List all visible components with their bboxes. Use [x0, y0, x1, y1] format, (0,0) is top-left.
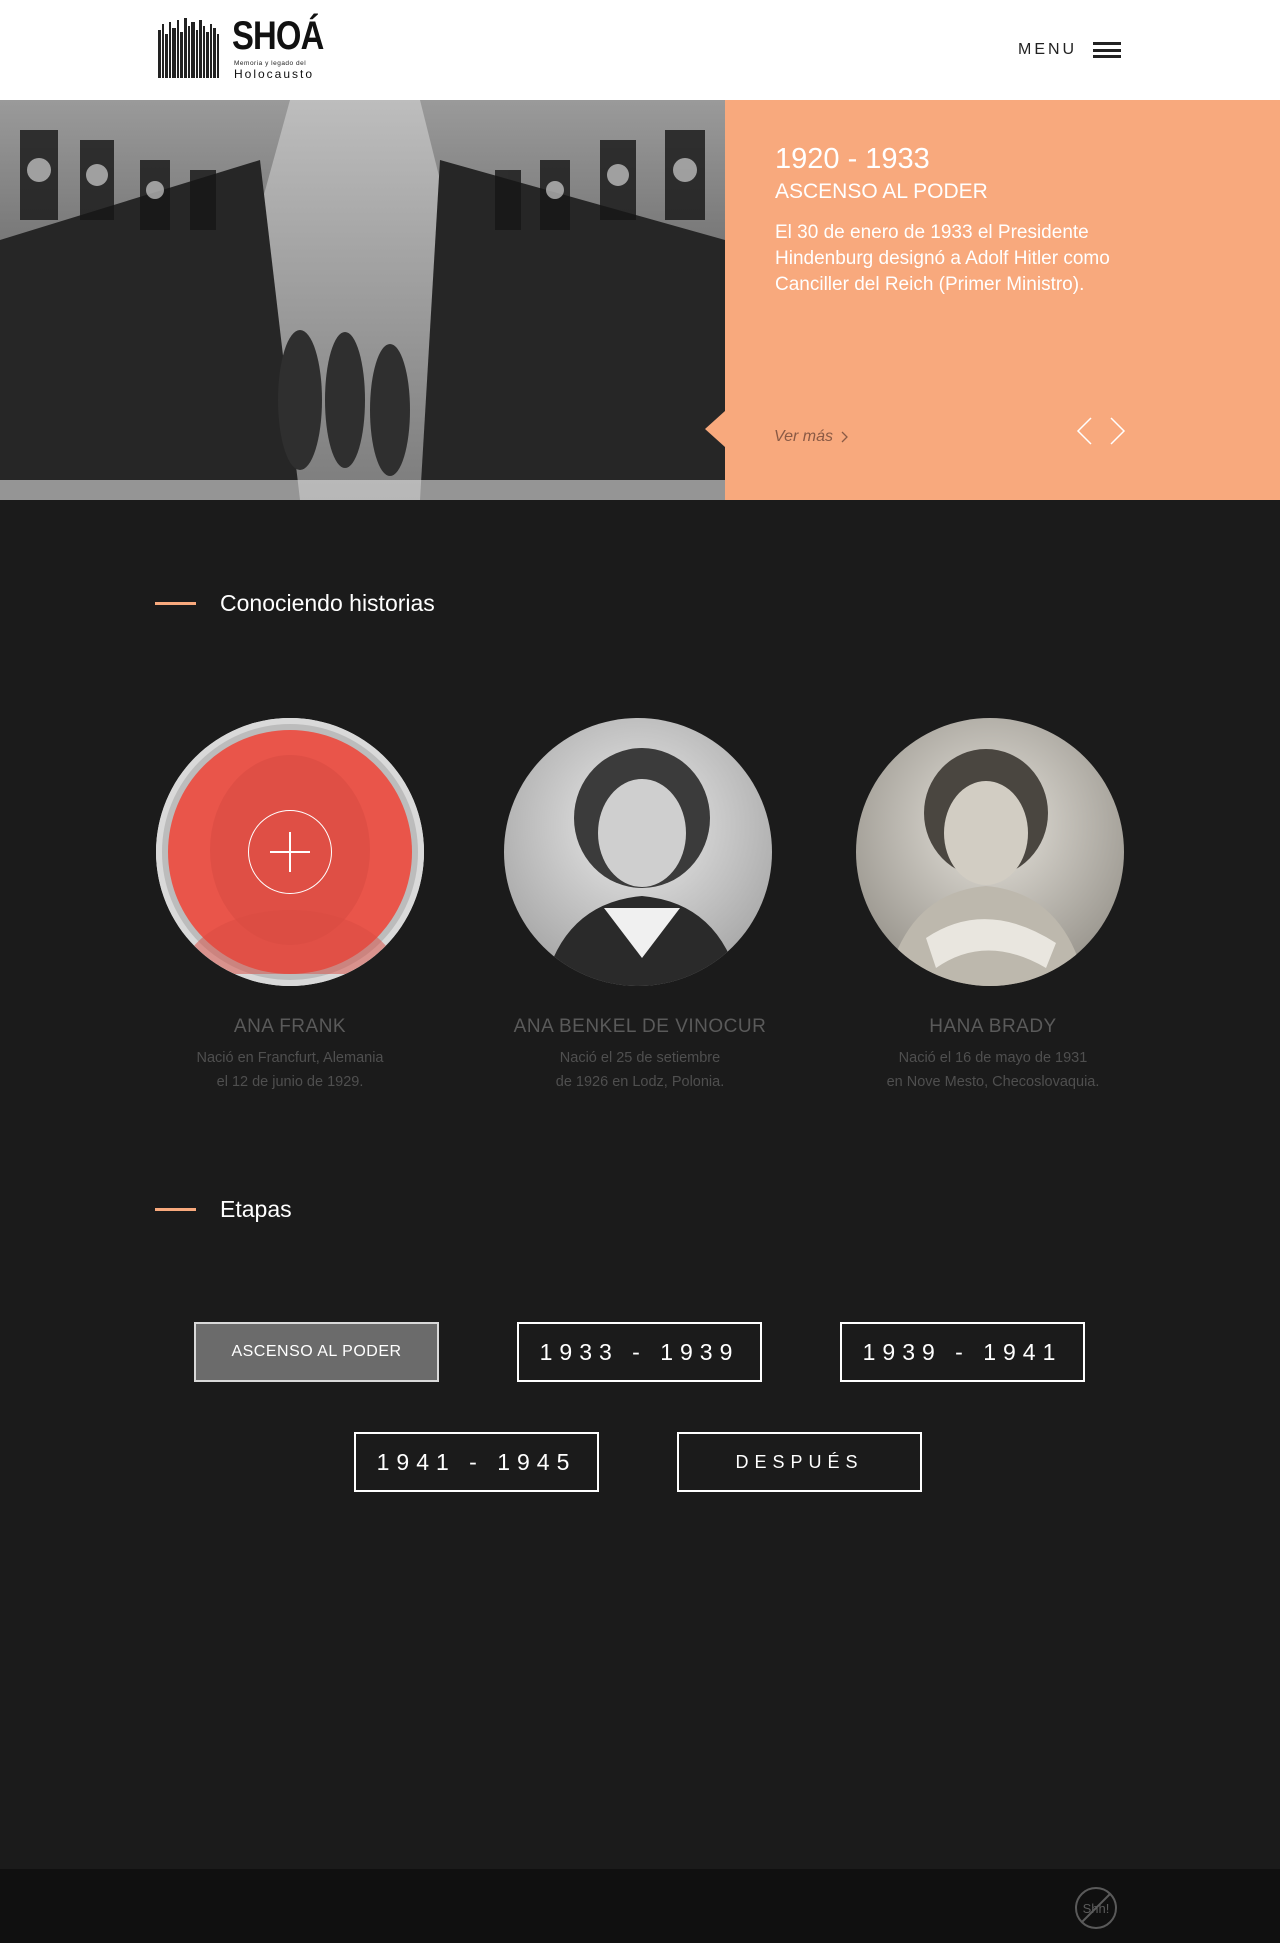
- stage-button-1941-1945[interactable]: 1941 - 1945: [354, 1432, 599, 1492]
- person-desc: Nació el 25 de setiembre de 1926 en Lodz…: [490, 1046, 790, 1094]
- heading-dash: [155, 1208, 196, 1211]
- stories-title: Conociendo historias: [220, 590, 435, 616]
- chevron-right-icon: [841, 431, 848, 443]
- site-header: SHOÁ Memoria y legado del Holocausto MEN…: [0, 0, 1280, 100]
- ana-frank-portrait[interactable]: [156, 718, 424, 986]
- see-more-link[interactable]: Ver más: [774, 428, 849, 446]
- hero-photo: [0, 100, 725, 500]
- person-desc: Nació en Francfurt, Alemania el 12 de ju…: [140, 1046, 440, 1094]
- person-name: ANA FRANK: [233, 1016, 347, 1037]
- person-name: ANA BENKEL DE VINOCUR: [513, 1016, 767, 1037]
- portrait-photo-image: [504, 718, 772, 986]
- shh-badge-icon[interactable]: Shh!: [1074, 1886, 1118, 1930]
- stage-button-ascenso[interactable]: ASCENSO AL PODER: [194, 1322, 439, 1382]
- slider-arrows: [1075, 416, 1127, 446]
- ana-benkel-portrait[interactable]: [504, 718, 772, 986]
- person-desc-line: Nació el 25 de setiembre: [559, 1050, 721, 1066]
- heading-dash: [155, 602, 196, 605]
- person-name: HANA BRADY: [929, 1016, 1057, 1037]
- person-desc-line: en Nove Mesto, Checoslovaquia.: [886, 1074, 1100, 1090]
- hamburger-icon: [1093, 42, 1122, 58]
- plus-icon-v: [289, 832, 291, 872]
- badge-text: Shh!: [1083, 1901, 1110, 1916]
- prev-arrow-icon[interactable]: [1075, 416, 1093, 446]
- logo-wordmark: SHOÁ: [232, 14, 324, 58]
- logo-subword: Holocausto: [234, 67, 315, 81]
- stage-button-1933-1939[interactable]: 1933 - 1939: [517, 1322, 762, 1382]
- see-more-label: Ver más: [774, 428, 833, 445]
- shoa-logo[interactable]: SHOÁ Memoria y legado del Holocausto: [157, 14, 324, 82]
- stage-button-despues[interactable]: DESPUÉS: [677, 1432, 922, 1492]
- hana-brady-portrait[interactable]: [856, 718, 1124, 986]
- portrait-photo-image: [856, 718, 1124, 986]
- menu-label: MENU: [1018, 41, 1078, 58]
- site-footer: Shh!: [0, 1869, 1280, 1943]
- hero-title: ASCENSO AL PODER: [775, 180, 988, 203]
- crowd-silhouette-icon: [158, 18, 219, 78]
- hero-text: El 30 de enero de 1933 el Presidente Hin…: [775, 222, 1110, 295]
- person-desc-line: Nació en Francfurt, Alemania: [196, 1050, 384, 1066]
- stages-heading: Etapas: [155, 1196, 292, 1223]
- stage-button-1939-1941[interactable]: 1939 - 1941: [840, 1322, 1085, 1382]
- hero-notch: [705, 411, 725, 447]
- person-desc-line: el 12 de junio de 1929.: [216, 1074, 364, 1090]
- next-arrow-icon[interactable]: [1109, 416, 1127, 446]
- person-desc-line: Nació el 16 de mayo de 1931: [898, 1050, 1088, 1066]
- person-desc: Nació el 16 de mayo de 1931 en Nove Mest…: [843, 1046, 1143, 1094]
- person-desc-line: de 1926 en Lodz, Polonia.: [555, 1074, 725, 1090]
- stories-heading: Conociendo historias: [155, 590, 435, 617]
- hero-years: 1920 - 1933: [775, 143, 930, 175]
- rally-photo-image: [0, 100, 725, 500]
- stages-title: Etapas: [220, 1196, 292, 1222]
- menu-button[interactable]: MENU: [1018, 36, 1122, 64]
